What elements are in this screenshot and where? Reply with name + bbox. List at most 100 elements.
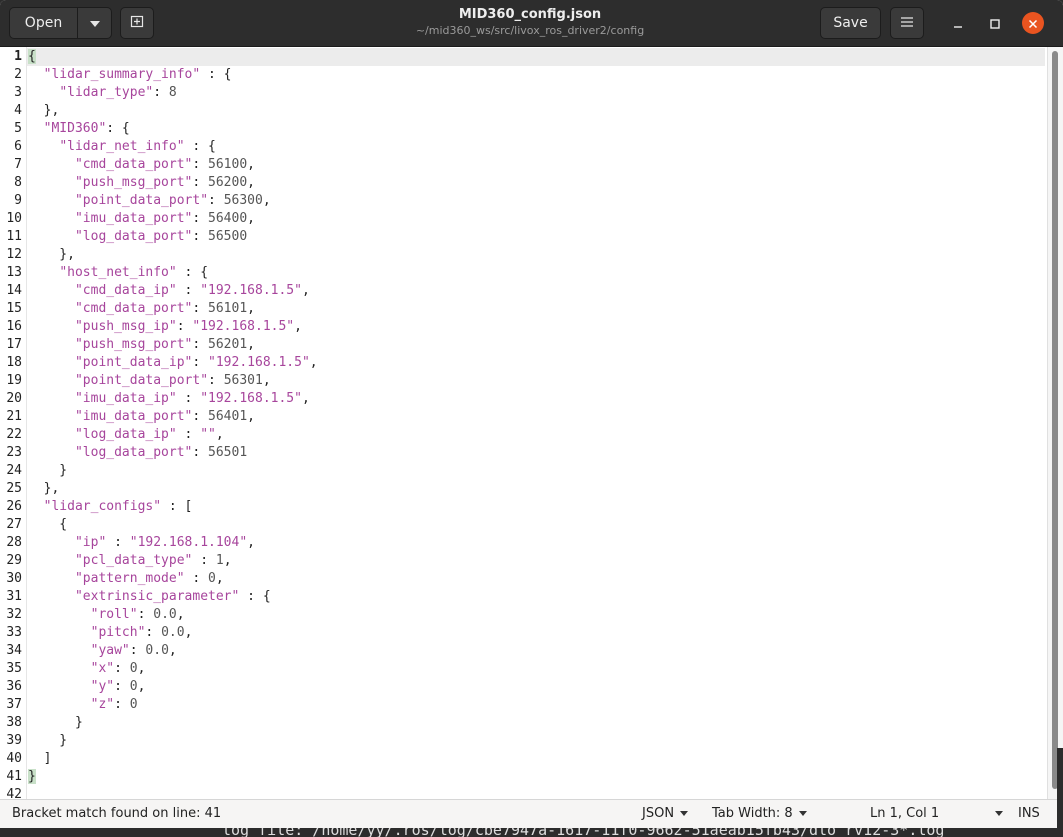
punctuation-token: , — [184, 625, 193, 640]
punctuation-token — [28, 139, 59, 154]
punctuation-token: , — [262, 373, 271, 388]
line-number: 27 — [6, 517, 22, 532]
language-selector[interactable]: JSON — [642, 806, 689, 821]
line-number-gutter: 1 2 3 4 5 6 7 8 9 10 11 12 13 14 15 16 17 18 19 20 21 22 23 24 2… — [0, 47, 27, 799]
punctuation-token: } — [28, 769, 36, 784]
code-line[interactable]: "lidar_configs" : [ — [28, 498, 193, 516]
code-line[interactable]: "host_net_info" : { — [28, 264, 208, 282]
cursor-position-selector[interactable]: Ln 1, Col 1 — [870, 806, 1004, 821]
line-number: 14 — [6, 283, 22, 298]
punctuation-token: : — [153, 85, 169, 100]
code-line[interactable]: "lidar_net_info" : { — [28, 138, 216, 156]
code-line[interactable]: "point_data_port": 56301, — [28, 372, 271, 390]
string-token: "point_data_ip" — [74, 355, 193, 370]
save-button[interactable]: Save — [820, 7, 881, 39]
code-line[interactable]: { — [28, 48, 36, 66]
code-line[interactable]: "log_data_port": 56501 — [28, 444, 247, 462]
code-line[interactable]: ] — [28, 750, 52, 768]
punctuation-token: : — [129, 643, 146, 658]
scrollbar-thumb[interactable] — [1052, 51, 1058, 789]
string-token: "pitch" — [90, 625, 146, 640]
punctuation-token: : { — [184, 139, 216, 154]
code-line[interactable]: } — [28, 768, 36, 786]
punctuation-token — [28, 175, 75, 190]
punctuation-token — [28, 445, 75, 460]
code-line[interactable]: "MID360": { — [28, 120, 130, 138]
code-line[interactable]: } — [28, 732, 67, 750]
punctuation-token: : { — [106, 121, 130, 136]
number-token: 56300 — [223, 193, 263, 208]
code-line[interactable]: "push_msg_ip": "192.168.1.5", — [28, 318, 302, 336]
code-line[interactable]: { — [28, 516, 67, 534]
line-number: 4 — [14, 103, 22, 118]
header-bar: Open MID360_config.json ~/mid360_ws/src/… — [0, 0, 1063, 47]
code-line[interactable]: "log_data_ip" : "", — [28, 426, 224, 444]
code-line[interactable]: "push_msg_port": 56200, — [28, 174, 255, 192]
close-button[interactable] — [1022, 12, 1044, 34]
open-menu-button[interactable] — [77, 7, 112, 39]
code-line[interactable]: "point_data_ip": "192.168.1.5", — [28, 354, 318, 372]
string-token: "imu_data_ip" — [74, 391, 177, 406]
code-line[interactable]: } — [28, 714, 83, 732]
punctuation-token: , — [294, 319, 302, 334]
string-token: "192.168.1.5" — [200, 391, 302, 406]
string-token: "log_data_ip" — [74, 427, 177, 442]
code-line[interactable]: "lidar_type": 8 — [28, 84, 176, 102]
code-line[interactable]: "log_data_port": 56500 — [28, 228, 247, 246]
code-line[interactable]: }, — [28, 246, 75, 264]
line-number: 1 — [14, 49, 22, 64]
line-number: 30 — [6, 571, 22, 586]
code-line[interactable]: "cmd_data_port": 56100, — [28, 156, 255, 174]
code-line[interactable]: "pattern_mode" : 0, — [28, 570, 224, 588]
tab-width-selector[interactable]: Tab Width: 8 — [712, 806, 807, 821]
punctuation-token: : — [192, 409, 209, 424]
hamburger-menu-button[interactable] — [890, 7, 924, 39]
punctuation-token: : — [184, 571, 209, 586]
code-line[interactable]: "z": 0 — [28, 696, 138, 714]
code-line[interactable]: }, — [28, 102, 60, 120]
code-line[interactable]: "pcl_data_type" : 1, — [28, 552, 232, 570]
code-line[interactable]: "yaw": 0.0, — [28, 642, 177, 660]
code-line[interactable]: "imu_data_ip" : "192.168.1.5", — [28, 390, 310, 408]
code-line[interactable]: "cmd_data_port": 56101, — [28, 300, 255, 318]
code-line[interactable]: "point_data_port": 56300, — [28, 192, 271, 210]
code-line[interactable]: "roll": 0.0, — [28, 606, 185, 624]
code-line[interactable]: "x": 0, — [28, 660, 146, 678]
maximize-button[interactable] — [984, 12, 1006, 34]
string-token: "point_data_port" — [74, 193, 209, 208]
text-editor[interactable]: 1 2 3 4 5 6 7 8 9 10 11 12 13 14 15 16 17 18 19 20 21 22 23 24 2… — [0, 47, 1063, 799]
line-number: 6 — [14, 139, 22, 154]
punctuation-token: : — [114, 679, 130, 694]
line-number: 12 — [6, 247, 22, 262]
punctuation-token: }, — [28, 103, 60, 118]
punctuation-token: : — [114, 697, 130, 712]
punctuation-token: , — [301, 283, 310, 298]
insert-mode-indicator: INS — [1018, 806, 1040, 821]
punctuation-token: : — [176, 319, 193, 334]
string-token: "192.168.1.5" — [200, 283, 302, 298]
number-token: 0 — [208, 571, 216, 586]
code-line[interactable]: "y": 0, — [28, 678, 146, 696]
punctuation-token: , — [223, 553, 232, 568]
code-line[interactable]: }, — [28, 480, 60, 498]
punctuation-token — [28, 535, 75, 550]
code-line[interactable]: "extrinsic_parameter" : { — [28, 588, 271, 606]
line-number: 42 — [6, 787, 22, 799]
punctuation-token: : — [176, 391, 201, 406]
punctuation-token — [28, 301, 75, 316]
punctuation-token: : — [192, 157, 209, 172]
code-line[interactable]: "pitch": 0.0, — [28, 624, 193, 642]
new-tab-button[interactable] — [120, 7, 154, 39]
line-number: 13 — [6, 265, 22, 280]
vertical-scrollbar[interactable] — [1047, 47, 1063, 799]
code-line[interactable]: "ip" : "192.168.1.104", — [28, 534, 255, 552]
punctuation-token: : — [192, 301, 209, 316]
code-line[interactable]: "imu_data_port": 56401, — [28, 408, 255, 426]
code-line[interactable]: "push_msg_port": 56201, — [28, 336, 255, 354]
open-button[interactable]: Open — [9, 7, 78, 39]
code-line[interactable]: "lidar_summary_info" : { — [28, 66, 232, 84]
code-line[interactable]: } — [28, 462, 67, 480]
code-line[interactable]: "cmd_data_ip" : "192.168.1.5", — [28, 282, 310, 300]
minimize-button[interactable] — [947, 12, 969, 34]
code-line[interactable]: "imu_data_port": 56400, — [28, 210, 255, 228]
